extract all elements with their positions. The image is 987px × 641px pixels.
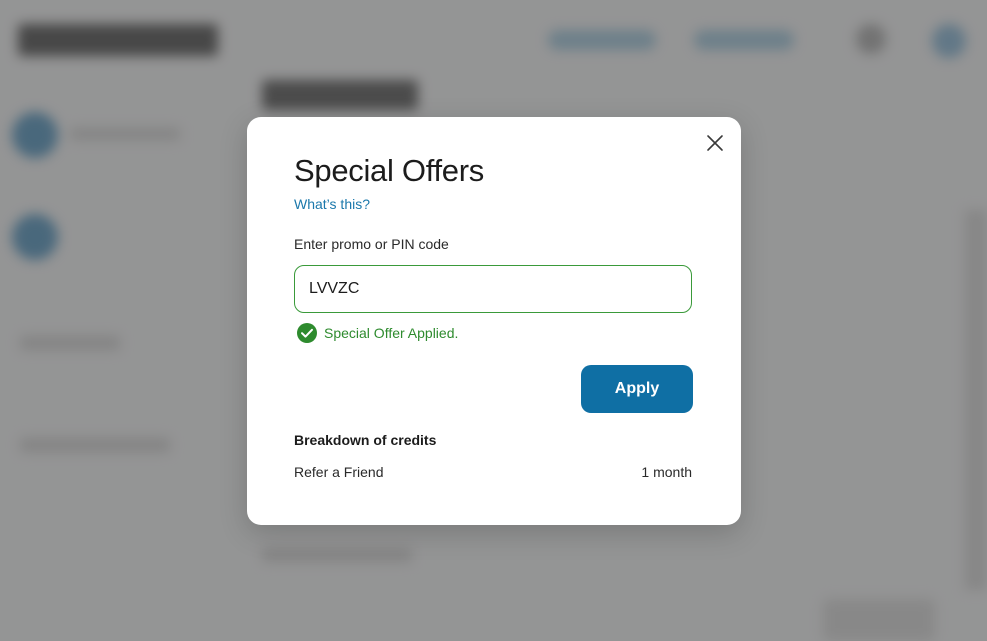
breakdown-title: Breakdown of credits <box>294 432 437 448</box>
credit-row: Refer a Friend 1 month <box>294 464 692 480</box>
page: Special Offers What’s this? Enter promo … <box>0 0 987 641</box>
modal-title: Special Offers <box>294 153 484 188</box>
status-message: Special Offer Applied. <box>296 322 458 344</box>
status-text: Special Offer Applied. <box>324 325 459 341</box>
promo-field-label: Enter promo or PIN code <box>294 236 449 252</box>
check-circle-icon <box>297 323 317 343</box>
whats-this-link[interactable]: What’s this? <box>294 196 370 212</box>
special-offers-modal: Special Offers What’s this? Enter promo … <box>247 117 741 525</box>
credit-value: 1 month <box>641 464 692 480</box>
credit-name: Refer a Friend <box>294 464 384 480</box>
apply-button[interactable]: Apply <box>581 365 693 413</box>
promo-code-input[interactable] <box>294 265 692 313</box>
close-icon <box>707 135 723 151</box>
close-button[interactable] <box>703 131 727 155</box>
